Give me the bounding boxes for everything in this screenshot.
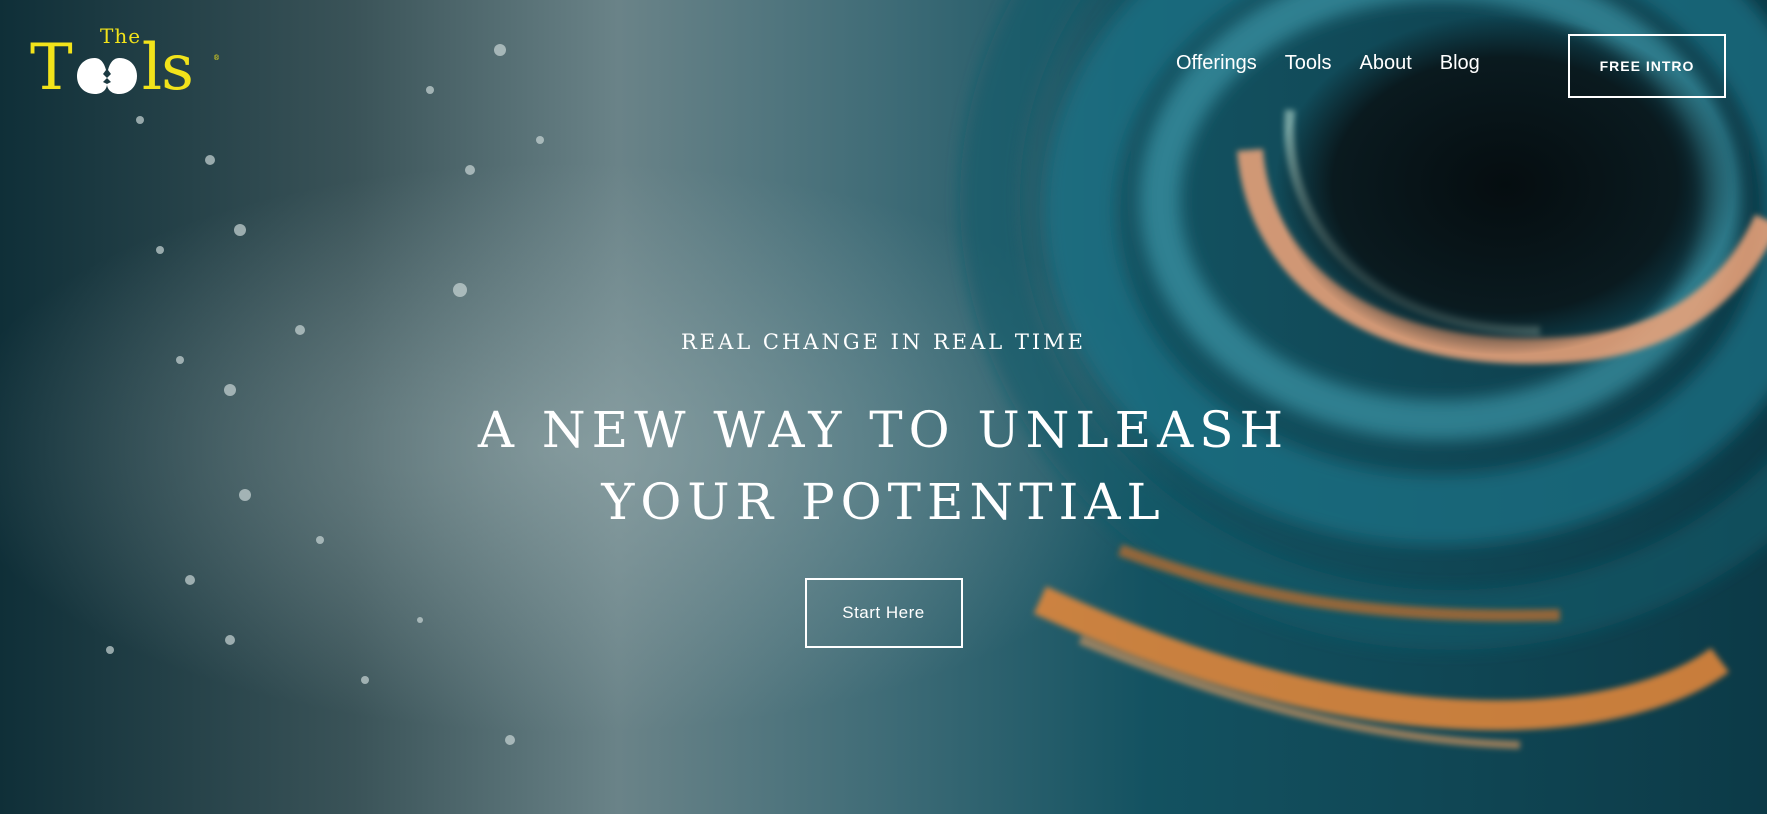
hero-eyebrow: REAL CHANGE IN REAL TIME (680, 330, 1087, 354)
hero-section: The T ls ® Offerings Tools About Blog FR… (0, 0, 1767, 814)
nav-item-offerings[interactable]: Offerings (1176, 52, 1257, 75)
hero-content: REAL CHANGE IN REAL TIME A NEW WAY TO UN… (0, 330, 1767, 648)
registered-mark: ® (213, 54, 220, 62)
nav-item-blog[interactable]: Blog (1440, 52, 1480, 75)
logo-faces-icon (73, 54, 141, 98)
main-nav: Offerings Tools About Blog (1176, 52, 1480, 75)
nav-item-tools[interactable]: Tools (1285, 52, 1332, 75)
brand-logo[interactable]: The T ls ® (30, 24, 220, 104)
logo-letter-start: T (30, 31, 73, 105)
logo-letter-end: ls (141, 31, 194, 105)
start-here-button[interactable]: Start Here (804, 578, 963, 648)
logo-wordmark: T ls (30, 31, 194, 105)
free-intro-button[interactable]: FREE INTRO (1568, 34, 1726, 98)
hero-headline: A NEW WAY TO UNLEASH YOUR POTENTIAL (477, 401, 1290, 531)
nav-item-about[interactable]: About (1359, 52, 1411, 75)
